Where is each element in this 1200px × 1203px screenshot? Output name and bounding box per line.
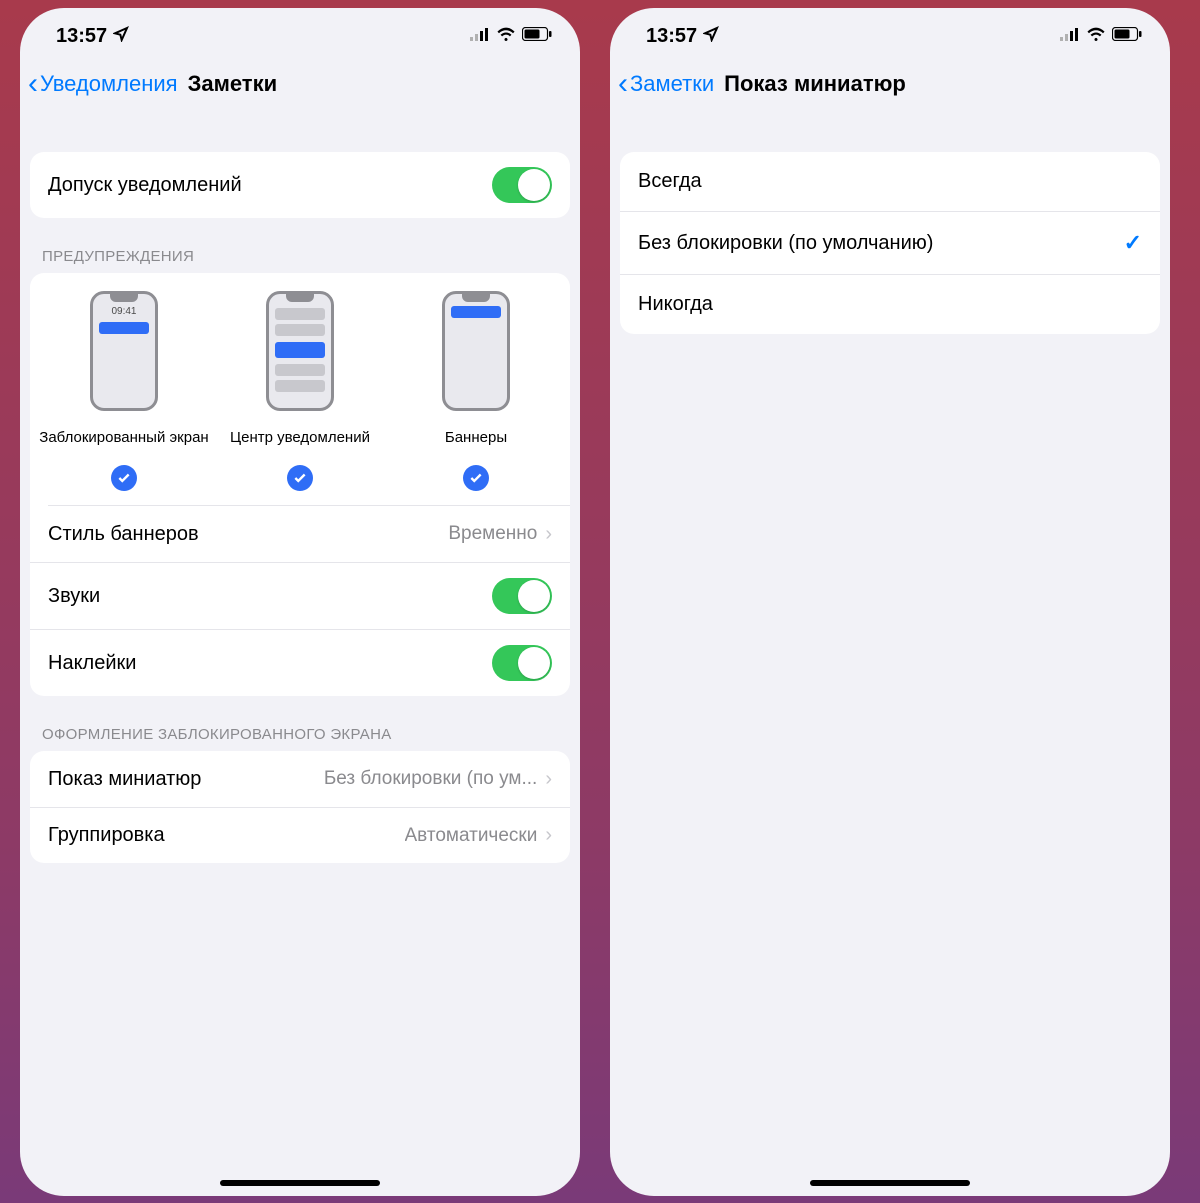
alert-option-banners[interactable]: Баннеры (389, 291, 563, 491)
alert-option-lockscreen[interactable]: 09:41 Заблокированный экран (37, 291, 211, 491)
badges-row[interactable]: Наклейки (30, 629, 570, 696)
grouping-row[interactable]: Группировка Автоматически › (30, 807, 570, 863)
previews-value: Без блокировки (по ум... (324, 768, 538, 790)
status-time: 13:57 (56, 25, 107, 48)
back-label: Заметки (630, 71, 714, 97)
cellular-icon (470, 27, 490, 46)
back-label: Уведомления (40, 71, 178, 97)
alerts-section-header: ПРЕДУПРЕЖДЕНИЯ (20, 248, 580, 273)
option-label: Без блокировки (по умолчанию) (638, 232, 933, 255)
allow-notifications-toggle[interactable] (492, 167, 552, 203)
nav-bar: ‹ Заметки Показ миниатюр (610, 56, 1170, 112)
back-button[interactable]: ‹ Заметки (618, 69, 714, 99)
location-icon (703, 25, 719, 48)
previews-row[interactable]: Показ миниатюр Без блокировки (по ум... … (30, 751, 570, 807)
allow-notifications-label: Допуск уведомлений (48, 174, 242, 197)
status-bar: 13:57 (20, 8, 580, 56)
alerts-style-picker: 09:41 Заблокированный экран (30, 273, 570, 505)
option-label: Никогда (638, 293, 713, 316)
previews-label: Показ миниатюр (48, 768, 201, 791)
home-indicator[interactable] (810, 1180, 970, 1186)
page-title: Заметки (188, 71, 278, 97)
battery-icon (522, 27, 552, 46)
chevron-right-icon: › (545, 523, 552, 546)
badges-toggle[interactable] (492, 645, 552, 681)
grouping-label: Группировка (48, 824, 165, 847)
notification-center-preview-icon (266, 291, 334, 411)
sounds-toggle[interactable] (492, 578, 552, 614)
cellular-icon (1060, 27, 1080, 46)
status-time: 13:57 (646, 25, 697, 48)
phone-left: 13:57 ‹ Уведомления Заметки (20, 8, 580, 1196)
option-label: Всегда (638, 170, 702, 193)
wifi-icon (496, 27, 516, 46)
phone-right: 13:57 ‹ Заметки Показ миниатюр (610, 8, 1170, 1196)
preview-option-always[interactable]: Всегда (620, 152, 1160, 211)
location-icon (113, 25, 129, 48)
preview-option-never[interactable]: Никогда (620, 274, 1160, 334)
lockscreen-preview-icon: 09:41 (90, 291, 158, 411)
alert-option-label: Центр уведомлений (230, 419, 370, 457)
nav-bar: ‹ Уведомления Заметки (20, 56, 580, 112)
page-title: Показ миниатюр (724, 71, 906, 97)
allow-notifications-row[interactable]: Допуск уведомлений (30, 152, 570, 218)
sounds-label: Звуки (48, 585, 100, 608)
banners-preview-icon (442, 291, 510, 411)
banner-style-label: Стиль баннеров (48, 523, 199, 546)
chevron-left-icon: ‹ (28, 69, 38, 99)
home-indicator[interactable] (220, 1180, 380, 1186)
alert-option-label: Баннеры (445, 419, 507, 457)
banner-style-value: Временно (448, 523, 537, 545)
badges-label: Наклейки (48, 652, 136, 675)
sounds-row[interactable]: Звуки (30, 562, 570, 629)
banner-style-row[interactable]: Стиль баннеров Временно › (30, 506, 570, 562)
chevron-left-icon: ‹ (618, 69, 628, 99)
alert-option-label: Заблокированный экран (39, 419, 208, 457)
lockscreen-section-header: ОФОРМЛЕНИЕ ЗАБЛОКИРОВАННОГО ЭКРАНА (20, 726, 580, 751)
checkmark-circle-icon (463, 465, 489, 491)
preview-option-unlocked[interactable]: Без блокировки (по умолчанию) ✓ (620, 211, 1160, 274)
checkmark-icon: ✓ (1124, 230, 1142, 256)
battery-icon (1112, 27, 1142, 46)
checkmark-circle-icon (287, 465, 313, 491)
status-bar: 13:57 (610, 8, 1170, 56)
grouping-value: Автоматически (405, 825, 538, 847)
wifi-icon (1086, 27, 1106, 46)
back-button[interactable]: ‹ Уведомления (28, 69, 178, 99)
chevron-right-icon: › (545, 824, 552, 847)
alert-option-center[interactable]: Центр уведомлений (213, 291, 387, 491)
checkmark-circle-icon (111, 465, 137, 491)
chevron-right-icon: › (545, 768, 552, 791)
